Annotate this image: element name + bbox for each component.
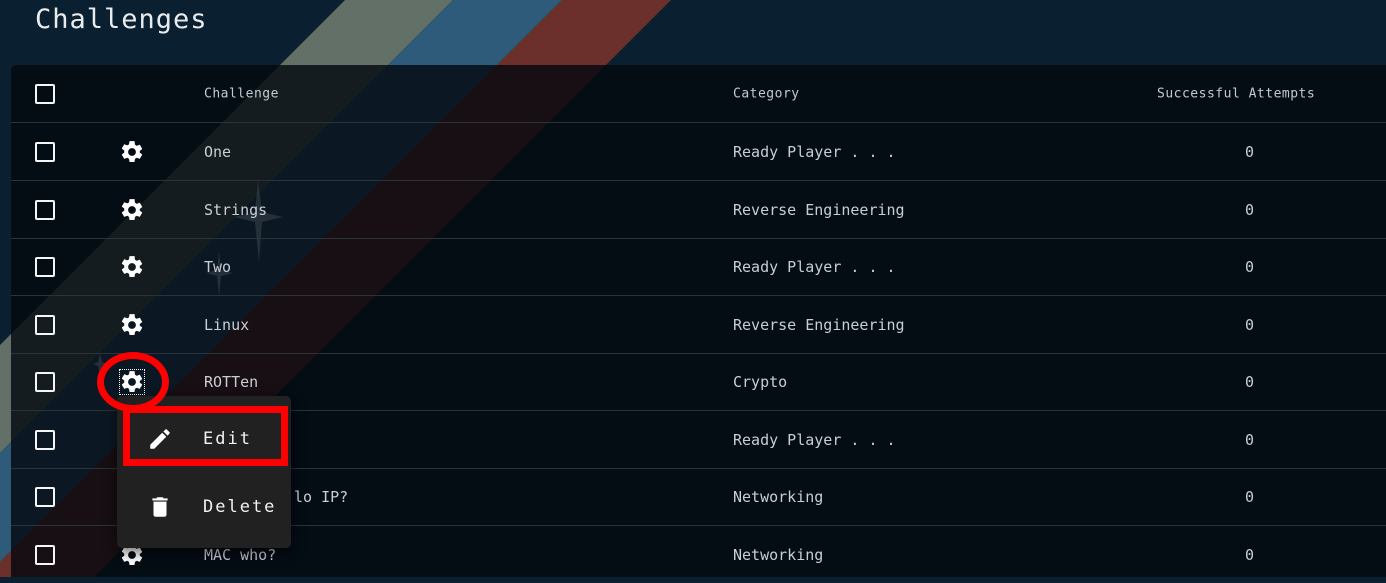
- row-checkbox[interactable]: [35, 199, 55, 220]
- row-checkbox[interactable]: [35, 371, 55, 392]
- gear-icon: [121, 140, 143, 162]
- row-checkbox[interactable]: [35, 544, 55, 565]
- challenge-name[interactable]: MAC who?: [204, 546, 276, 564]
- table-row: Linux Reverse Engineering 0: [11, 296, 1386, 354]
- challenge-attempts: 0: [1245, 545, 1255, 564]
- challenge-name[interactable]: Linux: [204, 316, 249, 334]
- challenge-name[interactable]: One: [204, 143, 231, 161]
- menu-item-edit-label: Edit: [203, 429, 252, 449]
- challenge-name[interactable]: ROTTen: [204, 373, 258, 391]
- column-header-successful-attempts[interactable]: Successful Attempts: [1157, 86, 1315, 101]
- challenge-category: Networking: [733, 487, 824, 506]
- challenge-category: Ready Player . . .: [733, 142, 896, 161]
- challenge-category: Crypto: [733, 372, 788, 391]
- row-checkbox[interactable]: [35, 429, 55, 450]
- challenge-category: Networking: [733, 545, 824, 564]
- challenge-attempts: 0: [1245, 487, 1255, 506]
- gear-icon: [121, 313, 143, 335]
- column-header-challenge[interactable]: Challenge: [204, 86, 279, 101]
- menu-item-delete[interactable]: Delete: [117, 477, 291, 537]
- row-checkbox[interactable]: [35, 486, 55, 507]
- challenge-name[interactable]: Strings: [204, 201, 267, 219]
- challenge-category: Reverse Engineering: [733, 200, 905, 219]
- select-all-checkbox[interactable]: [35, 83, 55, 104]
- row-actions-button[interactable]: [118, 138, 146, 166]
- row-actions-menu: Edit Delete: [117, 396, 291, 548]
- row-actions-button[interactable]: [118, 311, 146, 339]
- challenge-category: Ready Player . . .: [733, 257, 896, 276]
- gear-icon: [121, 370, 143, 392]
- row-checkbox[interactable]: [35, 256, 55, 277]
- challenge-name[interactable]: lo IP?: [294, 488, 348, 506]
- row-actions-button[interactable]: [118, 196, 146, 224]
- table-row: One Ready Player . . . 0: [11, 123, 1386, 181]
- gear-icon: [121, 198, 143, 220]
- row-checkbox[interactable]: [35, 141, 55, 162]
- row-checkbox[interactable]: [35, 314, 55, 335]
- row-actions-button[interactable]: [118, 253, 146, 281]
- trash-icon: [152, 497, 168, 517]
- table-row: Two Ready Player . . . 0: [11, 238, 1386, 296]
- menu-item-delete-label: Delete: [203, 497, 277, 517]
- challenge-category: Ready Player . . .: [733, 430, 896, 449]
- column-header-category[interactable]: Category: [733, 86, 800, 101]
- challenge-name[interactable]: Two: [204, 258, 231, 276]
- challenge-attempts: 0: [1245, 142, 1255, 161]
- pencil-icon: [150, 429, 170, 449]
- challenge-attempts: 0: [1245, 372, 1255, 391]
- challenge-attempts: 0: [1245, 257, 1255, 276]
- row-actions-button[interactable]: [118, 368, 146, 396]
- table-header-row: Challenge Category Successful Attempts: [11, 65, 1386, 123]
- menu-item-edit[interactable]: Edit: [117, 409, 291, 469]
- challenge-attempts: 0: [1245, 200, 1255, 219]
- challenge-attempts: 0: [1245, 315, 1255, 334]
- page-title: Challenges: [35, 4, 208, 35]
- challenge-attempts: 0: [1245, 430, 1255, 449]
- table-row: Strings Reverse Engineering 0: [11, 181, 1386, 239]
- challenge-category: Reverse Engineering: [733, 315, 905, 334]
- gear-icon: [121, 255, 143, 277]
